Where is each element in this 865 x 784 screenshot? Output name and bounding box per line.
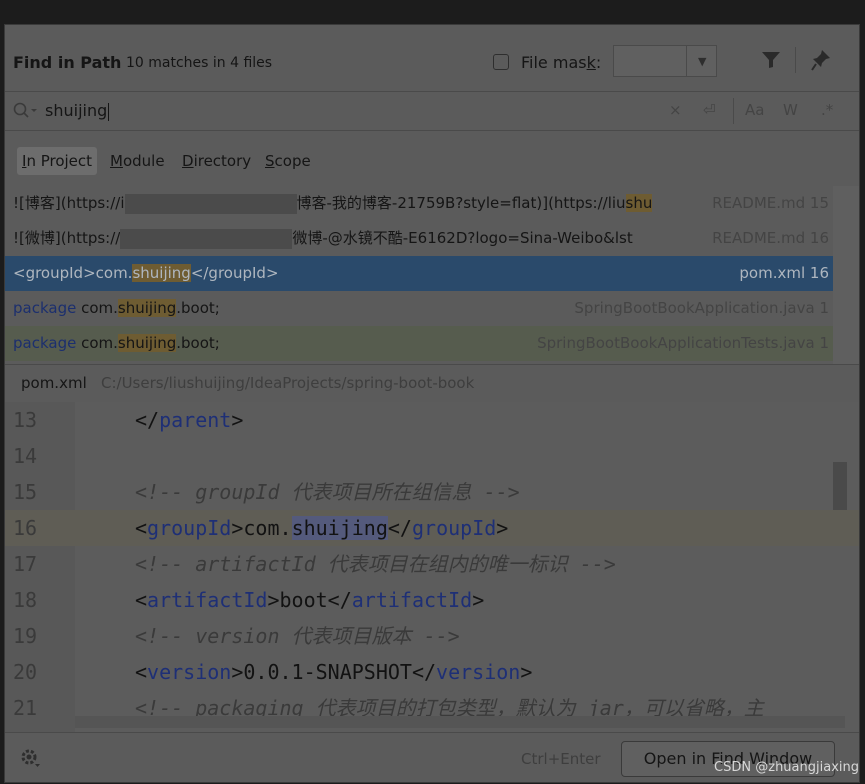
filter-icon[interactable]: [761, 51, 781, 73]
code-line: 18 <artifactId>boot</artifactId>: [13, 588, 485, 612]
find-in-path-dialog: Find in Path 10 matches in 4 files File …: [4, 24, 860, 783]
code-preview[interactable]: 13 </parent> 14 15 <!-- groupId 代表项目所在组信…: [5, 402, 859, 732]
code-line: 15 <!-- groupId 代表项目所在组信息 -->: [13, 480, 520, 504]
combo-divider: [686, 46, 687, 76]
results-list: ![博客](https://i 博客-我的博客-21759B?style=flat…: [5, 186, 833, 364]
clear-icon[interactable]: ×: [669, 101, 682, 119]
search-input[interactable]: shuijing: [45, 101, 110, 121]
editor-horizontal-scrollbar[interactable]: [75, 716, 845, 728]
dialog-header: Find in Path 10 matches in 4 files File …: [5, 25, 859, 91]
result-file: README.md 16: [712, 229, 829, 247]
header-divider: [795, 47, 796, 73]
preview-file-name: pom.xml: [21, 374, 87, 392]
preview-file-path: C:/Users/liushuijing/IdeaProjects/spring…: [101, 374, 475, 392]
shortcut-hint: Ctrl+Enter: [521, 750, 601, 768]
result-text: ![博客](https://i 博客-我的博客-21759B?style=flat…: [13, 193, 653, 214]
scope-tabs: In Project Module Directory Scope: [5, 131, 859, 181]
result-file: pom.xml 16: [739, 264, 829, 282]
dialog-title: Find in Path: [13, 53, 122, 72]
preview-file-bar: pom.xml C:/Users/liushuijing/IdeaProject…: [5, 364, 859, 402]
code-line: 14: [13, 444, 38, 468]
result-row[interactable]: ![博客](https://i 博客-我的博客-21759B?style=flat…: [5, 186, 833, 221]
redacted-block: [124, 193, 297, 214]
watermark-text: CSDN @zhuangjiaxing: [714, 760, 859, 775]
match-case-button[interactable]: Aa: [745, 101, 764, 119]
pin-icon[interactable]: [811, 49, 831, 75]
dropdown-arrow-icon[interactable]: ▼: [698, 55, 706, 68]
results-scrollbar[interactable]: [833, 186, 859, 364]
result-row-selected[interactable]: <groupId>com.shuijing</groupId> pom.xml …: [5, 256, 833, 291]
redacted-block: [120, 228, 293, 249]
search-divider: [733, 98, 734, 124]
tab-in-project[interactable]: In Project: [17, 147, 98, 175]
result-text: package com.shuijing.boot;: [13, 299, 220, 317]
result-text: <groupId>com.shuijing</groupId>: [13, 264, 279, 282]
result-row[interactable]: ![微博](https://微博-@水镜不酷-E6162D?logo=Sina-…: [5, 221, 833, 256]
whole-words-button[interactable]: W: [783, 101, 798, 119]
result-file: SpringBootBookApplicationTests.java 1: [537, 334, 829, 352]
editor-vertical-scrollbar[interactable]: [833, 462, 847, 510]
result-text: package com.shuijing.boot;: [13, 334, 220, 352]
file-mask-label[interactable]: File mask:: [521, 53, 601, 72]
tab-module[interactable]: Module: [105, 147, 170, 175]
code-line-current: 16 <groupId>com.shuijing</groupId>: [5, 510, 859, 546]
window-top-strip: [0, 0, 865, 24]
search-icon[interactable]: [13, 102, 39, 124]
tab-scope[interactable]: Scope: [260, 147, 316, 175]
newline-icon[interactable]: ⏎: [703, 101, 716, 119]
result-row[interactable]: package com.shuijing.boot; SpringBootBoo…: [5, 326, 833, 361]
result-file: SpringBootBookApplication.java 1: [574, 299, 829, 317]
code-line: 13 </parent>: [13, 408, 244, 432]
result-row[interactable]: package com.shuijing.boot; SpringBootBoo…: [5, 291, 833, 326]
match-count: 10 matches in 4 files: [126, 55, 273, 71]
tab-directory[interactable]: Directory: [177, 147, 256, 175]
result-file: README.md 15: [712, 194, 829, 212]
dialog-footer: Ctrl+Enter Open in Find Window: [5, 732, 859, 784]
code-line: 17 <!-- artifactId 代表项目在组内的唯一标识 -->: [13, 552, 616, 576]
file-mask-combo[interactable]: ▼: [613, 45, 717, 77]
search-row: shuijing × ⏎ Aa W .*: [5, 91, 859, 131]
code-line: 19 <!-- version 代表项目版本 -->: [13, 624, 460, 648]
regex-button[interactable]: .*: [821, 101, 833, 119]
result-text: ![微博](https://微博-@水镜不酷-E6162D?logo=Sina-…: [13, 228, 633, 249]
code-line: 20 <version>0.0.1-SNAPSHOT</version>: [13, 660, 533, 684]
gear-icon[interactable]: [19, 747, 41, 773]
file-mask-checkbox[interactable]: [493, 54, 509, 70]
